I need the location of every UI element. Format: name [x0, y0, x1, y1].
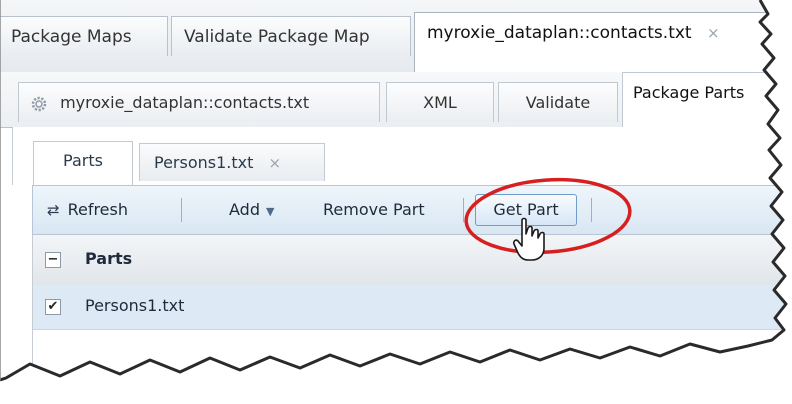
editor-tab-bar: myroxie_dataplan::contacts.txt XML Valid… [0, 72, 792, 128]
tab-label: myroxie_dataplan::contacts.txt [60, 93, 310, 112]
tab-validate[interactable]: Validate [498, 82, 618, 122]
tab-label: Validate [525, 93, 591, 112]
add-label: Add [229, 200, 260, 219]
tab-label: myroxie_dataplan::contacts.txt [427, 23, 692, 43]
toolbar-separator [181, 198, 182, 222]
chevron-down-icon: ▼ [265, 205, 275, 218]
gear-icon [29, 94, 49, 114]
tab-parts[interactable]: Parts [33, 141, 133, 186]
tab-package-maps[interactable]: Package Maps [0, 16, 168, 56]
close-icon[interactable]: × [707, 24, 720, 42]
parts-toolbar: ⇄ Refresh Add ▼ Remove Part Get Part [32, 185, 792, 235]
refresh-button[interactable]: ⇄ Refresh [47, 195, 128, 225]
tab-label: XML [423, 93, 457, 112]
refresh-icon: ⇄ [47, 201, 60, 219]
tab-contacts-txt[interactable]: myroxie_dataplan::contacts.txt × [414, 12, 792, 73]
tab-xml[interactable]: XML [386, 82, 494, 122]
parts-tab-bar: Parts Persons1.txt × [12, 127, 792, 185]
tab-package-parts[interactable]: Package Parts [622, 72, 792, 128]
tab-label: Package Parts [633, 83, 745, 102]
application-window: Package Maps Validate Package Map myroxi… [0, 0, 792, 404]
remove-part-label: Remove Part [323, 200, 425, 219]
tab-label: Persons1.txt [154, 153, 254, 172]
table-row[interactable]: ✔ Persons1.txt [33, 285, 792, 330]
toolbar-separator [463, 198, 464, 222]
grid-header: − Parts [33, 235, 792, 286]
column-header-parts[interactable]: Parts [85, 249, 132, 268]
get-part-label: Get Part [493, 200, 559, 219]
toolbar-separator [591, 198, 592, 222]
tab-label: Package Maps [11, 27, 132, 47]
collapse-icon[interactable]: − [45, 252, 61, 268]
main-tab-bar: Package Maps Validate Package Map myroxi… [0, 0, 792, 73]
add-button[interactable]: Add ▼ [229, 195, 274, 225]
get-part-button[interactable]: Get Part [475, 194, 577, 226]
remove-part-button[interactable]: Remove Part [323, 195, 425, 225]
tab-persons1-txt[interactable]: Persons1.txt × [139, 143, 325, 181]
tab-label: Validate Package Map [184, 27, 370, 47]
refresh-label: Refresh [67, 200, 128, 219]
row-part-name: Persons1.txt [85, 296, 185, 315]
tab-validate-package-map[interactable]: Validate Package Map [171, 16, 411, 56]
close-icon[interactable]: × [268, 154, 281, 172]
tab-label: Parts [63, 151, 103, 170]
row-checkbox[interactable]: ✔ [45, 299, 61, 315]
tab-contacts-source[interactable]: myroxie_dataplan::contacts.txt [18, 82, 380, 122]
